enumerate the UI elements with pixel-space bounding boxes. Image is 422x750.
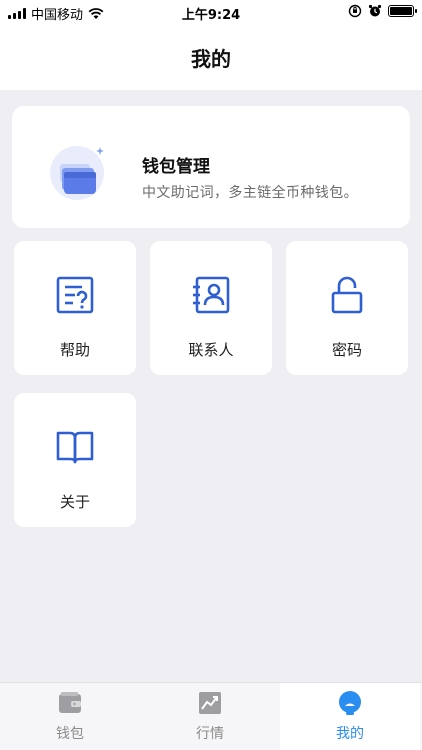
about-tile[interactable]: 关于 [14, 393, 136, 527]
profile-face-icon [339, 691, 361, 715]
tab-market-label: 行情 [196, 726, 224, 742]
wallet-card-description: 中文助记词，多主链全币种钱包。 [142, 185, 358, 201]
orientation-lock-icon [348, 4, 362, 18]
contacts-icon [193, 276, 230, 314]
password-tile-label: 密码 [331, 341, 362, 359]
alarm-icon [368, 4, 382, 17]
book-icon [56, 431, 94, 464]
tab-mine[interactable]: 我的 [280, 683, 420, 750]
wallet-stack-icon [50, 146, 104, 200]
wallet-management-card[interactable]: 钱包管理 中文助记词，多主链全币种钱包。 [12, 106, 410, 228]
trend-chart-icon [199, 692, 221, 714]
help-document-icon [56, 276, 94, 314]
about-tile-label: 关于 [59, 493, 90, 511]
wallet-card-title: 钱包管理 [142, 157, 210, 177]
contacts-tile[interactable]: 联系人 [150, 241, 272, 375]
contacts-tile-label: 联系人 [188, 341, 234, 359]
tab-mine-label: 我的 [336, 726, 364, 742]
status-bar: 中国移动 上午9:24 [0, 0, 422, 24]
password-tile[interactable]: 密码 [286, 241, 408, 375]
wallet-icon [59, 692, 81, 713]
tab-wallet-label: 钱包 [56, 726, 84, 742]
screen: 中国移动 上午9:24 我的 钱包管理 中文助记词，多主链全币种钱包。 帮助 联… [0, 0, 422, 750]
navigation-bar: 我的 [0, 24, 422, 90]
tab-bar: 钱包 行情 我的 [0, 682, 422, 750]
help-tile[interactable]: 帮助 [14, 241, 136, 375]
tab-market[interactable]: 行情 [140, 683, 280, 750]
status-right [348, 4, 417, 18]
battery-icon [388, 5, 417, 17]
page-title: 我的 [191, 46, 231, 71]
tab-wallet[interactable]: 钱包 [0, 683, 140, 750]
help-tile-label: 帮助 [59, 341, 90, 359]
unlock-icon [331, 276, 363, 314]
